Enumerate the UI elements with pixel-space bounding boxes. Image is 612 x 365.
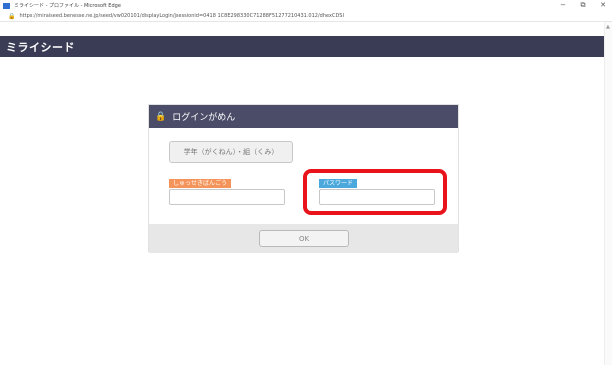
minimize-button[interactable]: − (558, 1, 568, 10)
url-text[interactable]: https://miraiseed.benesse.ne.jp/seed/vw0… (19, 13, 343, 19)
vertical-scrollbar[interactable]: ▲ (604, 22, 612, 365)
id-input[interactable] (169, 189, 285, 205)
login-panel: 🔒 ログインがめん 学年（がくねん）・組（くみ） しゅっせきばんごう パスワード… (148, 104, 459, 253)
scroll-up-icon[interactable]: ▲ (606, 24, 610, 30)
lock-icon: 🔒 (8, 12, 16, 20)
window-controls: − ⧉ ✕ (558, 1, 608, 10)
id-label: しゅっせきばんごう (169, 179, 232, 188)
title-bar: ミライシード - プロファイル - Microsoft Edge − ⧉ ✕ (0, 0, 612, 11)
login-title: ログインがめん (172, 113, 236, 123)
restore-button[interactable]: ⧉ (578, 1, 588, 10)
app-logo: ミライシード (6, 40, 75, 54)
password-input[interactable] (319, 189, 435, 205)
login-panel-body: 学年（がくねん）・組（くみ） しゅっせきばんごう パスワード (149, 128, 458, 224)
login-panel-footer: OK (149, 224, 458, 253)
ok-button[interactable]: OK (259, 230, 349, 247)
login-panel-header: 🔒 ログインがめん (149, 105, 458, 128)
lock-icon: 🔒 (155, 111, 167, 122)
class-select-button[interactable]: 学年（がくねん）・組（くみ） (169, 141, 293, 163)
app-header: ミライシード (0, 36, 604, 57)
password-label: パスワード (319, 179, 358, 188)
address-bar[interactable]: 🔒 https://miraiseed.benesse.ne.jp/seed/v… (0, 11, 612, 22)
edge-icon (3, 2, 10, 9)
close-button[interactable]: ✕ (598, 1, 608, 10)
window-title: ミライシード - プロファイル - Microsoft Edge (14, 3, 121, 9)
